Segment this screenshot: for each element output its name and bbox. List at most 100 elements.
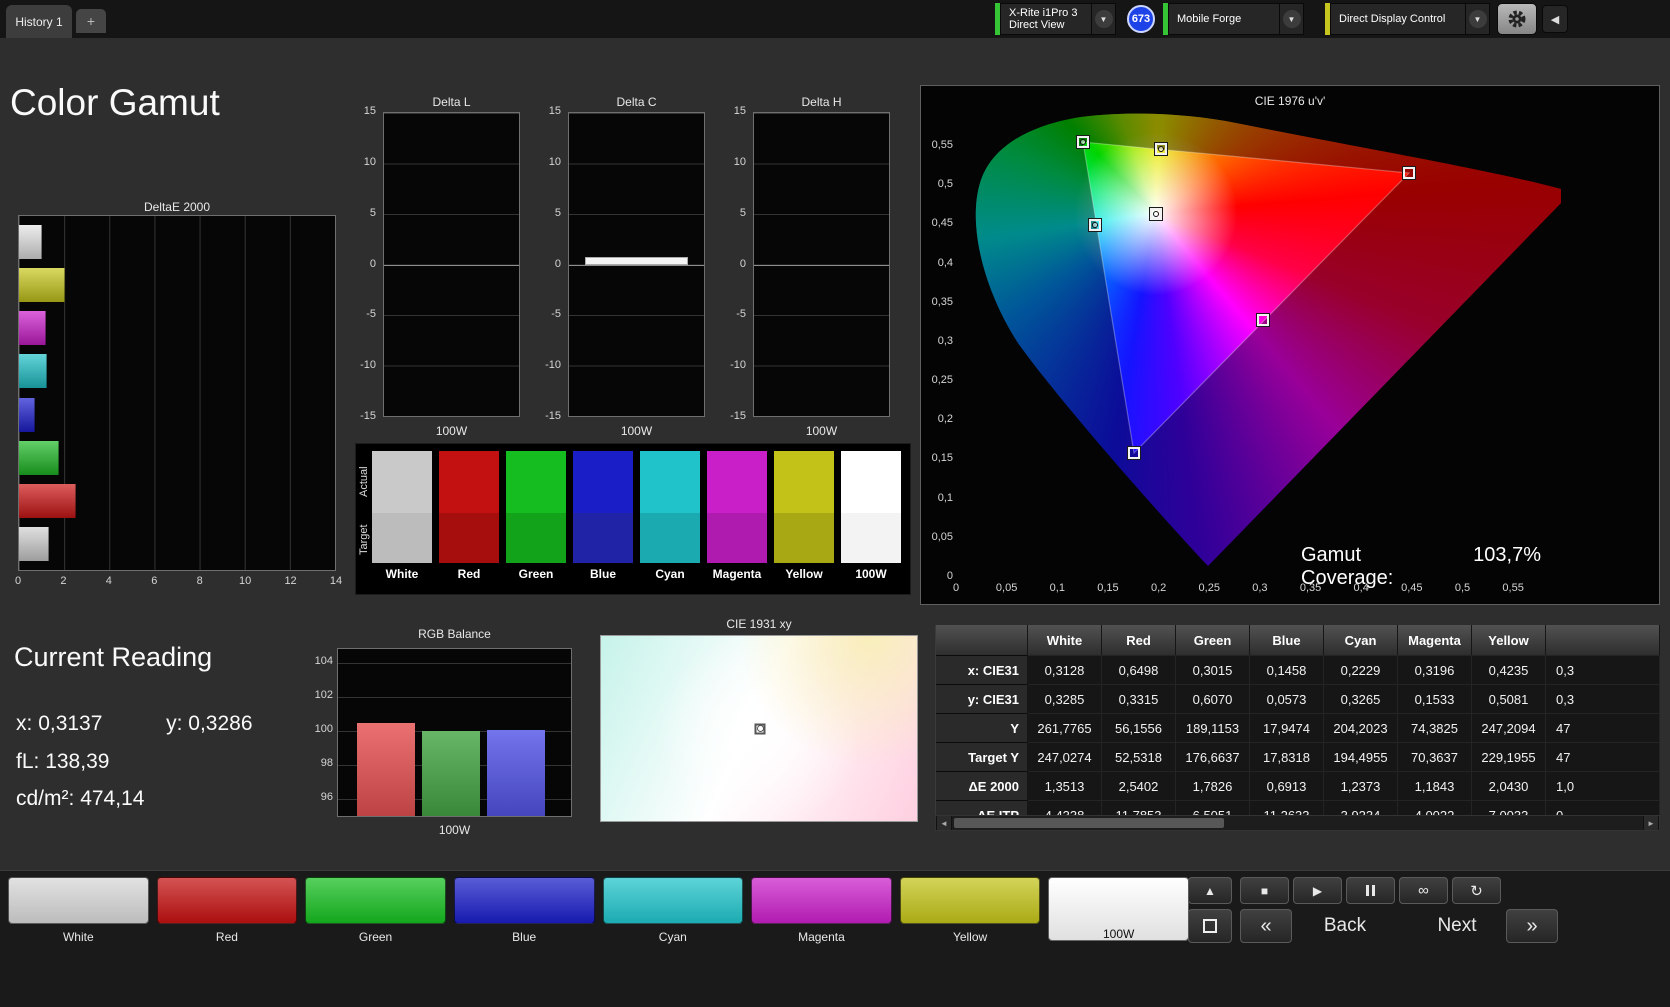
scrollbar-track[interactable] [952, 816, 1643, 830]
gamut-point-yellow [1155, 143, 1168, 156]
gear-icon [1508, 10, 1526, 28]
meter-label: X-Rite i1Pro 3 Direct View [1000, 3, 1092, 35]
table-cell: 0,3 [1546, 684, 1660, 713]
tab-history-1[interactable]: History 1 [6, 5, 72, 38]
table-cell: 247,0274 [1028, 742, 1102, 771]
scrollbar-thumb[interactable] [954, 818, 1224, 828]
add-tab-button[interactable]: + [76, 9, 106, 33]
meter-dropdown-button[interactable]: ▼ [1092, 3, 1116, 35]
measured-dot [757, 725, 765, 732]
gamut-point-cyan [1089, 219, 1102, 232]
axis-tick: -10 [360, 359, 376, 372]
gamut-triangle-overlay [975, 113, 1561, 566]
current-reading-xy: x: 0,3137 y: 0,3286 [16, 712, 253, 736]
patch-color [453, 877, 595, 924]
patch-label: 100W [1103, 927, 1135, 941]
results-table: White Red Green Blue Cyan Magenta Yellow x: CIE… [935, 625, 1660, 815]
actual-swatch [439, 451, 499, 513]
axis-label: 100W [620, 424, 653, 438]
meter-name: X-Rite i1Pro 3 [1009, 7, 1078, 19]
pause-button[interactable] [1346, 877, 1395, 904]
display-control-dropdown-button[interactable]: ▼ [1466, 3, 1490, 35]
deltae-row-magenta [19, 311, 335, 346]
last-page-button[interactable]: » [1506, 909, 1558, 943]
stop-button[interactable]: ■ [1240, 877, 1289, 904]
display-control-dropdown[interactable]: Direct Display Control ▼ [1325, 3, 1490, 35]
axis-tick: -15 [545, 410, 561, 422]
cie1931-marker [754, 723, 766, 734]
patch-button-cyan[interactable]: Cyan [602, 877, 744, 947]
axis-tick: 10 [239, 575, 252, 587]
patch-button-magenta[interactable]: Magenta [751, 877, 892, 947]
patch-label: Yellow [952, 930, 988, 944]
table-header-cell: Green [1176, 625, 1250, 655]
chart-title: Delta L [432, 95, 471, 109]
patch-button-yellow[interactable]: Yellow [899, 877, 1041, 947]
meter-dropdown[interactable]: X-Rite i1Pro 3 Direct View ▼ [995, 3, 1116, 35]
patch-color [305, 877, 446, 924]
actual-swatch [841, 451, 901, 513]
source-dropdown[interactable]: Mobile Forge ▼ [1163, 3, 1304, 35]
play-button[interactable]: ▶ [1293, 877, 1342, 904]
axis-tick: 8 [196, 575, 203, 587]
expand-up-button[interactable]: ▲ [1188, 877, 1232, 904]
loop-button[interactable]: ∞ [1399, 877, 1448, 904]
patch-button-white[interactable]: White [8, 877, 149, 947]
gamut-point-green [1077, 136, 1090, 149]
target-swatch [640, 513, 700, 563]
actual-row-label: Actual [358, 466, 370, 498]
swatch-cyan: Cyan [640, 451, 700, 581]
settings-button[interactable] [1497, 3, 1537, 35]
source-dropdown-button[interactable]: ▼ [1280, 3, 1304, 35]
patch-button-green[interactable]: Green [305, 877, 446, 947]
deltae-row-100w [19, 225, 335, 260]
next-button[interactable]: Next [1412, 909, 1502, 943]
axis-tick: -10 [545, 359, 561, 372]
cie1976-plot [956, 111, 1561, 577]
cd-label: cd/m²: [16, 787, 75, 810]
chevron-down-icon: ▼ [1468, 10, 1487, 28]
back-label: Back [1323, 915, 1367, 936]
zero-line [569, 264, 704, 266]
scroll-right-button[interactable]: ► [1643, 816, 1659, 830]
patch-button-blue[interactable]: Blue [453, 877, 595, 947]
table-header-cell: Red [1102, 625, 1176, 655]
axis-tick: 0,4 [1353, 582, 1369, 594]
axis-tick: -5 [551, 308, 561, 321]
table-scrollbar[interactable]: ◄ ► [935, 815, 1660, 831]
table-cell: 247,2094 [1472, 713, 1546, 742]
table-cell: 74,3825 [1398, 713, 1472, 742]
measured-dot [1153, 210, 1160, 217]
bottom-bar: White Red Green Blue Cyan Magenta Yellow 100W ▲… [0, 870, 1670, 1007]
patch-button-red[interactable]: Red [156, 877, 298, 947]
stop-measure-button[interactable] [1188, 909, 1232, 943]
axis-tick: 100 [314, 722, 333, 735]
swatch-red: Red [439, 451, 499, 581]
axis-tick: 0,05 [995, 582, 1018, 594]
table-cell: 0,4235 [1472, 655, 1546, 684]
meter-count-badge[interactable]: 673 [1127, 5, 1155, 33]
table-cell: 70,3637 [1398, 742, 1472, 771]
axis-tick: 98 [320, 757, 333, 770]
cie1976-title: CIE 1976 u'v' [1254, 94, 1326, 108]
patch-button-100w[interactable]: 100W [1048, 877, 1189, 947]
gridline [338, 662, 571, 664]
table-cell: 0, [1546, 800, 1660, 815]
axis-tick: 96 [320, 791, 333, 804]
target-swatch [774, 513, 834, 563]
display-control-label: Direct Display Control [1339, 13, 1446, 25]
scroll-left-button[interactable]: ◄ [936, 816, 952, 830]
first-page-button[interactable]: « [1240, 909, 1292, 943]
rgb-balance-chart: RGB Balance 104 102 100 98 96 100W [299, 627, 575, 841]
table-cell: 52,5318 [1102, 742, 1176, 771]
collapse-panel-button[interactable]: ◀ [1542, 5, 1568, 33]
patch-color [602, 877, 744, 924]
refresh-button[interactable]: ↻ [1452, 877, 1501, 904]
actual-swatch [372, 451, 432, 513]
swatch-label: Red [457, 567, 481, 581]
table-header-cell: Yellow [1472, 625, 1546, 655]
swatch-panel: Actual Target White Red Green Blue Cyan Magen… [355, 443, 911, 595]
table-cell: 1,2373 [1324, 771, 1398, 800]
back-button[interactable]: Back [1300, 909, 1390, 943]
current-reading-cd: cd/m²: 474,14 [16, 787, 144, 811]
